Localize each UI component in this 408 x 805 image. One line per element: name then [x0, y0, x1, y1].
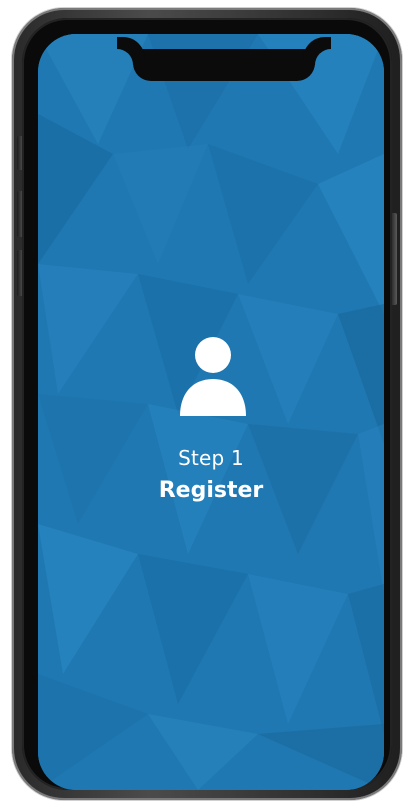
register-title: Register — [158, 478, 264, 503]
user-icon — [180, 337, 246, 416]
phone-bezel: Step 1 Register — [22, 18, 392, 790]
phone-frame: Step 1 Register — [12, 8, 402, 800]
app-screen: Step 1 Register — [38, 34, 384, 790]
step-label: Step 1 — [178, 446, 244, 470]
device-notch — [133, 49, 315, 81]
